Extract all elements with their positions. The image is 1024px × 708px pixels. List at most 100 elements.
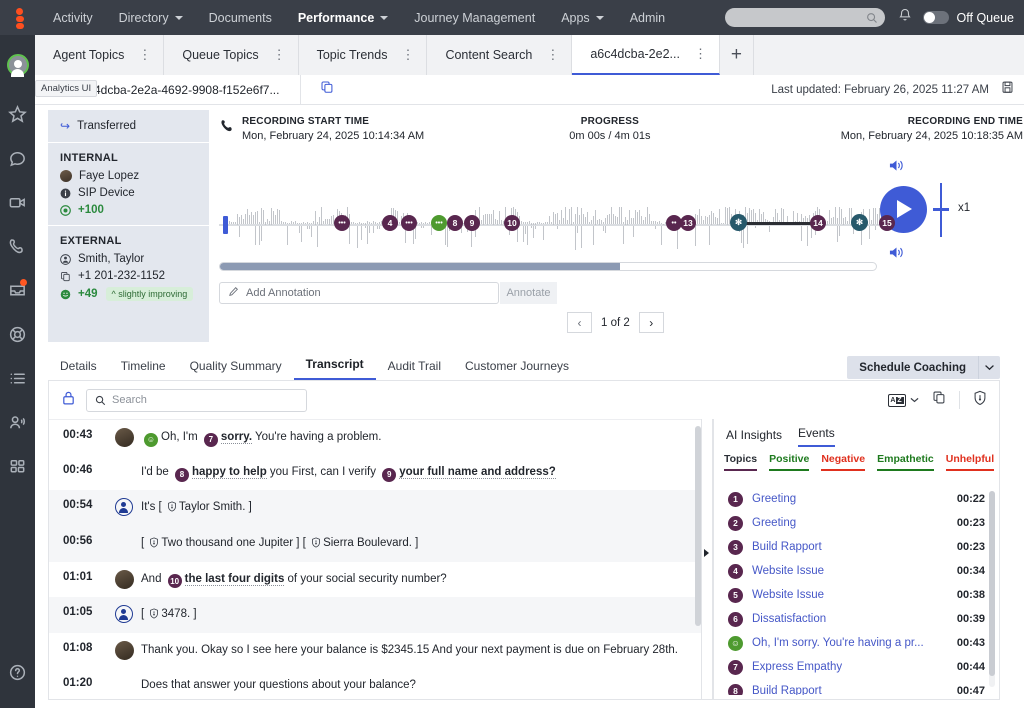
tab-menu-icon[interactable]: ⋮ xyxy=(401,50,414,59)
profile-avatar[interactable] xyxy=(7,54,29,76)
waveform-marker[interactable]: ••• xyxy=(401,215,417,231)
transcript-event-chip[interactable]: 9 xyxy=(382,468,396,482)
transcript-row[interactable]: 01:20Does that answer your questions abo… xyxy=(49,668,701,700)
external-customer-row[interactable]: Smith, Taylor xyxy=(60,253,197,265)
waveform-marker[interactable]: ••• xyxy=(431,215,447,231)
phone-icon[interactable] xyxy=(0,224,35,268)
event-label[interactable]: Greeting xyxy=(752,493,796,505)
transcript-event-chip[interactable]: 8 xyxy=(175,468,189,482)
nav-item-apps[interactable]: Apps xyxy=(548,0,617,35)
shield-icon[interactable] xyxy=(973,390,987,411)
event-row[interactable]: ☺Oh, I'm sorry. You're having a pr...00:… xyxy=(714,631,999,655)
playback-speed-slider[interactable] xyxy=(940,183,942,237)
tab-menu-icon[interactable]: ⋮ xyxy=(694,49,707,58)
transcript-event-chip[interactable]: 7 xyxy=(204,433,218,447)
event-row[interactable]: 7Express Empathy00:44 xyxy=(714,655,999,679)
workspace-tab-content-search[interactable]: Content Search⋮ xyxy=(427,35,572,75)
playhead-cursor[interactable] xyxy=(223,216,228,234)
transcript-row[interactable]: 01:08Thank you. Okay so I see here your … xyxy=(49,633,701,668)
queue-status-toggle[interactable] xyxy=(923,11,949,24)
translate-button[interactable]: AZ xyxy=(888,394,919,407)
schedule-coaching-dropdown[interactable] xyxy=(978,356,1000,379)
event-row[interactable]: 5Website Issue00:38 xyxy=(714,583,999,607)
workspace-tab-topic-trends[interactable]: Topic Trends⋮ xyxy=(299,35,428,75)
audio-waveform[interactable]: •••4••••••8910••13✻14✻15 xyxy=(219,195,879,255)
waveform-marker[interactable]: ✻ xyxy=(730,214,747,231)
transcript-row[interactable]: 00:56[ Two thousand one Jupiter ] [ Sier… xyxy=(49,526,701,562)
playback-scrubber[interactable] xyxy=(219,262,877,271)
events-list[interactable]: 1Greeting00:222Greeting00:233Build Rappo… xyxy=(714,487,999,695)
event-label[interactable]: Express Empathy xyxy=(752,661,842,673)
event-row[interactable]: 2Greeting00:23 xyxy=(714,511,999,535)
detail-tab-transcript[interactable]: Transcript xyxy=(294,357,376,380)
copy-phone-icon[interactable] xyxy=(60,271,71,282)
waveform-marker[interactable]: 14 xyxy=(810,215,826,231)
nav-item-journey-management[interactable]: Journey Management xyxy=(401,0,548,35)
waveform-marker[interactable]: ••• xyxy=(334,215,350,231)
splitter-collapse-arrow[interactable] xyxy=(704,549,709,557)
chat-bubble-icon[interactable] xyxy=(0,136,35,180)
video-camera-icon[interactable] xyxy=(0,180,35,224)
save-icon[interactable] xyxy=(1001,80,1014,99)
transcript-row[interactable]: 00:43☺Oh, I'm 7sorry. You're having a pr… xyxy=(49,420,701,455)
events-scrollbar-thumb[interactable] xyxy=(989,491,995,676)
transcript-event-chip[interactable]: ☺ xyxy=(144,433,158,447)
external-phone-row[interactable]: +1 201-232-1152 xyxy=(60,270,197,282)
insights-tab-events[interactable]: Events xyxy=(798,426,835,447)
nav-item-admin[interactable]: Admin xyxy=(617,0,678,35)
waveform-marker[interactable]: ✻ xyxy=(851,214,868,231)
waveform-marker[interactable]: 13 xyxy=(680,215,696,231)
volume-down-icon[interactable] xyxy=(888,245,905,265)
lock-icon[interactable] xyxy=(61,390,76,411)
detail-tab-quality-summary[interactable]: Quality Summary xyxy=(178,359,294,380)
detail-tab-customer-journeys[interactable]: Customer Journeys xyxy=(453,359,581,380)
inbox-icon[interactable] xyxy=(0,268,35,312)
insights-filter-negative[interactable]: Negative xyxy=(821,453,865,471)
copy-icon[interactable] xyxy=(320,80,334,99)
apps-grid-icon[interactable] xyxy=(0,444,35,488)
list-icon[interactable] xyxy=(0,356,35,400)
waveform-marker[interactable]: 15 xyxy=(879,215,895,231)
nav-item-directory[interactable]: Directory xyxy=(106,0,196,35)
transcript-row[interactable]: 01:05[ 3478. ] xyxy=(49,597,701,633)
workspace-tab-agent-topics[interactable]: Agent Topics⋮ xyxy=(35,35,164,75)
tab-menu-icon[interactable]: ⋮ xyxy=(546,50,559,59)
insights-filter-topics[interactable]: Topics xyxy=(724,453,757,471)
prev-page-button[interactable]: ‹ xyxy=(567,312,592,333)
tab-menu-icon[interactable]: ⋮ xyxy=(138,50,151,59)
event-label[interactable]: Oh, I'm sorry. You're having a pr... xyxy=(752,637,924,649)
insights-tab-ai-insights[interactable]: AI Insights xyxy=(726,428,782,447)
copy-transcript-icon[interactable] xyxy=(932,390,946,410)
insights-filter-positive[interactable]: Positive xyxy=(769,453,809,471)
waveform-marker[interactable]: 10 xyxy=(504,215,520,231)
transcript-list[interactable]: 00:43☺Oh, I'm 7sorry. You're having a pr… xyxy=(49,419,701,699)
tab-menu-icon[interactable]: ⋮ xyxy=(273,50,286,59)
internal-agent-row[interactable]: Faye Lopez xyxy=(60,170,197,182)
waveform-marker[interactable]: 9 xyxy=(464,215,480,231)
annotate-button[interactable]: Annotate xyxy=(500,282,557,304)
transcript-row[interactable]: 00:54It's [ Taylor Smith. ] xyxy=(49,490,701,526)
workspace-tab-a6c4dcba-2e2-[interactable]: a6c4dcba-2e2...⋮ xyxy=(572,35,720,75)
transcript-event-chip[interactable]: 10 xyxy=(168,574,182,588)
transcript-search-input[interactable]: Search xyxy=(86,389,307,412)
lifebuoy-icon[interactable] xyxy=(0,312,35,356)
star-icon[interactable] xyxy=(0,92,35,136)
volume-up-icon[interactable] xyxy=(888,158,905,178)
event-label[interactable]: Website Issue xyxy=(752,565,824,577)
event-label[interactable]: Website Issue xyxy=(752,589,824,601)
transcript-splitter[interactable] xyxy=(701,419,713,699)
event-row[interactable]: 8Build Rapport00:47 xyxy=(714,679,999,695)
add-tab-button[interactable]: + xyxy=(720,35,754,75)
transcript-row[interactable]: 00:46I'd be 8happy to help you First, ca… xyxy=(49,455,701,490)
brand-logo[interactable] xyxy=(0,0,40,35)
event-label[interactable]: Dissatisfaction xyxy=(752,613,826,625)
global-search-input[interactable] xyxy=(725,8,885,27)
detail-tab-audit-trail[interactable]: Audit Trail xyxy=(376,359,453,380)
event-row[interactable]: 3Build Rapport00:23 xyxy=(714,535,999,559)
nav-item-performance[interactable]: Performance xyxy=(285,0,401,35)
event-label[interactable]: Build Rapport xyxy=(752,685,822,695)
waveform-marker[interactable]: 8 xyxy=(447,215,463,231)
next-page-button[interactable]: › xyxy=(639,312,664,333)
insights-filter-empathetic[interactable]: Empathetic xyxy=(877,453,934,471)
detail-tab-details[interactable]: Details xyxy=(48,359,109,380)
